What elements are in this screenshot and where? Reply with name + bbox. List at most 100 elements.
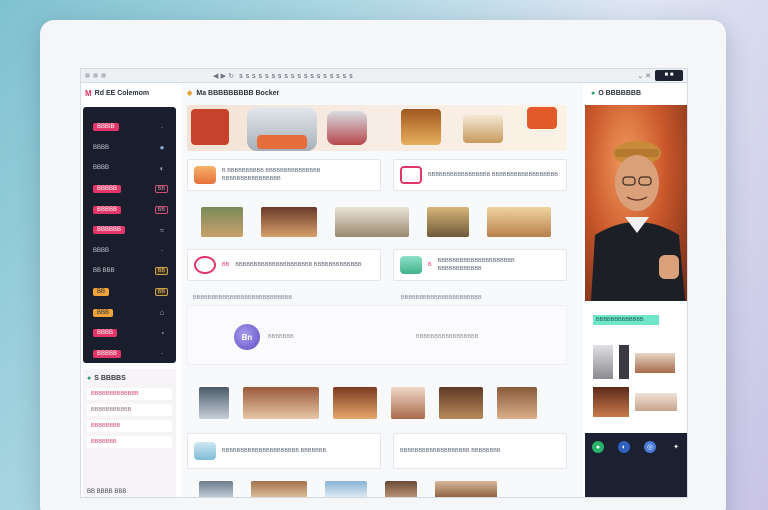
thumb-image[interactable] [619, 345, 629, 379]
food-image[interactable] [391, 387, 425, 419]
card-text: BBBBBBBBBBBBBBBBB BBBBBBBBBBBBBBBBBB [428, 172, 558, 178]
food-image[interactable] [487, 207, 551, 237]
header-icon: ◆ [187, 90, 193, 97]
sidebar-item-label: BBBB [93, 329, 118, 338]
profile-photo[interactable] [585, 105, 687, 301]
food-image[interactable] [201, 207, 243, 237]
gear-icon[interactable]: ✦ [670, 441, 682, 453]
minimize-dot[interactable] [93, 73, 98, 78]
info-line: BBBBBBBBBBBBBBBBBBBBBB [401, 295, 482, 301]
product-card[interactable]: BBBBBBBBBBBBBBBBBBB BBBBBBBB [393, 433, 567, 469]
section-row[interactable]: BBBBBBB [87, 436, 172, 448]
page-title: Ma BBBBBBBBB Bocker [196, 89, 280, 97]
sidebar-item-label: BB [93, 288, 110, 297]
hero-image-cake [463, 115, 503, 143]
right-header-icon: ● [591, 89, 596, 97]
promo-avatar: Bn [234, 324, 260, 350]
sidebar-item[interactable]: BBBB ● [83, 138, 176, 159]
food-image[interactable] [439, 387, 483, 419]
sidebar-item[interactable]: BBBIB · [83, 117, 176, 138]
food-image[interactable] [243, 387, 319, 419]
thumb-image[interactable] [593, 387, 629, 417]
section-row[interactable]: BBBBBBBBBBB [87, 404, 172, 416]
thumb-image[interactable] [635, 393, 677, 411]
card-tag: BB [222, 262, 230, 268]
sidebar-item[interactable]: BB BBB BB [83, 261, 176, 282]
window-controls [85, 73, 119, 78]
image-strip [199, 481, 497, 497]
right-title: O BBBBBBB [598, 89, 642, 97]
brand-header[interactable]: M Rd EE Colemom [81, 83, 178, 103]
sidebar-item[interactable]: BB BB [83, 282, 176, 303]
food-image[interactable] [335, 207, 409, 237]
right-bottom-bar: ● ◐ ◎ ✦ [585, 433, 687, 497]
sidebar-item-label: BBBIB [93, 123, 119, 132]
maximize-dot[interactable] [101, 73, 106, 78]
section-row[interactable]: BBBBBBBB [87, 420, 172, 432]
right-thumbs [593, 345, 675, 379]
product-card[interactable]: B BBBBBBBBBB BBBBBBBBBBBBBBB BBBBBBBBBBB… [187, 159, 381, 191]
sidebar-section: ● S BBBBS BBBBBBBBBBBBB BBBBBBBBBBB BBBB… [83, 369, 176, 497]
browser-toolbar: ◀ ▶ ↻ s s s s s s s s s s s s s s s s s … [81, 69, 687, 83]
brand-name: Rd EE Colemom [94, 89, 150, 97]
sidebar-item-icon: BB [154, 288, 168, 297]
sidebar-item[interactable]: BBBBB BB [83, 199, 176, 220]
banner-right-text: BBBBBBBBBBBBBBBBB [416, 334, 479, 340]
sidebar-item[interactable]: BBB ⌂ [83, 302, 176, 323]
hero-banner[interactable] [187, 105, 567, 151]
product-card[interactable]: BB BBBBBBBBBBBBBBBBBBBBB BBBBBBBBBBBBB [187, 249, 381, 281]
settings-icon[interactable]: ◎ [644, 441, 656, 453]
sidebar-item[interactable]: BBBB ◔ [83, 323, 176, 344]
sidebar-item-label: BBB [93, 308, 114, 317]
image-strip [199, 387, 537, 419]
sidebar-nav: BBBIB · BBBB ● BBBB ◐ BBBBB BB BBBBB BB BBBBBB ≈ BBB… [83, 107, 176, 363]
card-thumb [194, 442, 216, 460]
sidebar-item-label: BBBBB [93, 205, 122, 214]
section-row[interactable]: BBBBBBBBBBBBB [87, 388, 172, 400]
thumb-image[interactable] [593, 345, 613, 379]
food-image[interactable] [251, 481, 307, 497]
right-thumbs [593, 387, 677, 417]
brand-logo-icon: M [85, 88, 92, 98]
food-image[interactable] [427, 207, 469, 237]
food-image[interactable] [385, 481, 417, 497]
food-image[interactable] [435, 481, 497, 497]
sidebar-item[interactable]: BBBB ◐ [83, 158, 176, 179]
app-window: ◀ ▶ ↻ s s s s s s s s s s s s s s s s s … [80, 68, 688, 498]
close-dot[interactable] [85, 73, 90, 78]
sidebar-item-label: BBBB [93, 144, 110, 151]
sidebar-item-icon: ⌂ [159, 308, 165, 318]
sidebar-item-icon: · [160, 349, 164, 359]
promo-banner[interactable]: Bn BBBBBBB BBBBBBBBBBBBBBBBB [187, 305, 567, 365]
food-image[interactable] [325, 481, 367, 497]
food-image[interactable] [333, 387, 377, 419]
sidebar-item-label: BB BBB [93, 268, 115, 275]
thumb-image[interactable] [635, 353, 675, 373]
nav-arrows-icon[interactable]: ◀ ▶ ↻ [213, 72, 234, 80]
sidebar-item-icon: · [160, 246, 164, 256]
section-title-text: S BBBBS [94, 375, 126, 382]
food-image[interactable] [497, 387, 537, 419]
sidebar-item-icon: ≈ [159, 225, 165, 235]
card-thumb [194, 166, 216, 184]
product-card[interactable]: BBBBBBBBBBBBBBBBBBBBB BBBBBBB [187, 433, 381, 469]
profile-button[interactable]: ■ ■ [655, 70, 683, 81]
right-tag[interactable]: BBBBBBBBBBBBB [593, 315, 659, 325]
window-buttons-icon[interactable]: ⌄ ✕ [637, 72, 651, 80]
address-bar[interactable]: ◀ ▶ ↻ s s s s s s s s s s s s s s s s s … [213, 71, 543, 81]
sidebar-item[interactable]: BBBBBB ≈ [83, 220, 176, 241]
food-image[interactable] [199, 387, 229, 419]
product-card[interactable]: B BBBBBBBBBBBBBBBBBBBBB BBBBBBBBBBBB [393, 249, 567, 281]
product-card[interactable]: BBBBBBBBBBBBBBBBB BBBBBBBBBBBBBBBBBB [393, 159, 567, 191]
sidebar-item-label: BBBB [93, 165, 110, 172]
chat-icon[interactable]: ● [592, 441, 604, 453]
food-image[interactable] [261, 207, 317, 237]
sidebar-item[interactable]: BBBBB · [83, 344, 176, 365]
sidebar-item[interactable]: BBBB · [83, 241, 176, 262]
sidebar-item[interactable]: BBBBB BB [83, 179, 176, 200]
sidebar-item-icon: ◔ [159, 328, 165, 338]
globe-icon[interactable]: ◐ [618, 441, 630, 453]
url-text[interactable]: s s s s s s s s s s s s s s s s s s [239, 72, 353, 80]
food-image[interactable] [199, 481, 233, 497]
sidebar-item-icon: ● [159, 143, 165, 153]
